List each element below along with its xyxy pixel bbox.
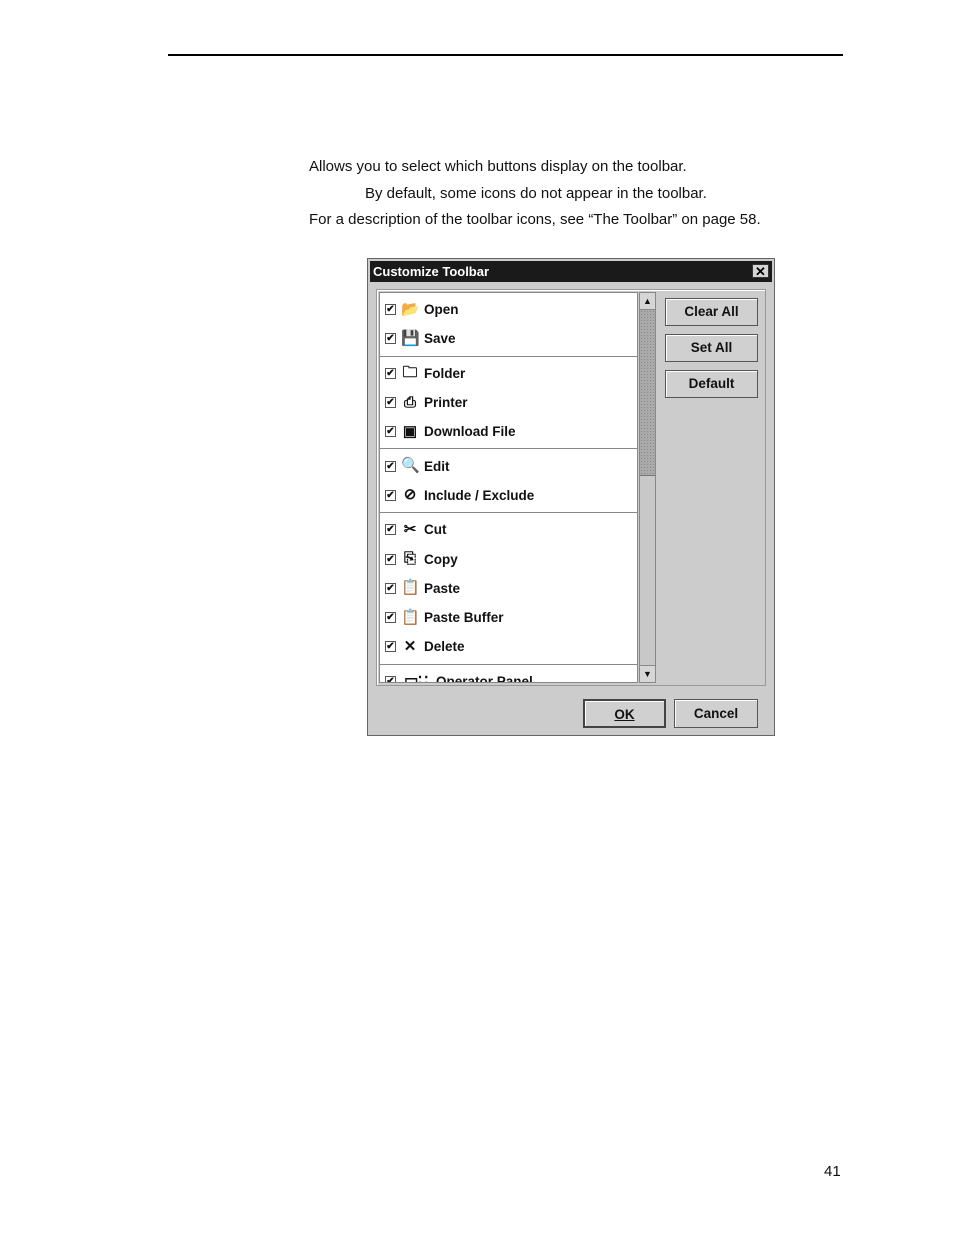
- dialog-title: Customize Toolbar: [373, 264, 490, 279]
- item-checkbox[interactable]: ✔: [385, 612, 396, 624]
- save-disk-icon: 💾: [401, 329, 420, 347]
- scroll-up-button[interactable]: ▲: [640, 293, 655, 310]
- arrow-down-icon: ▼: [643, 669, 652, 679]
- ok-button[interactable]: OK: [583, 699, 666, 728]
- list-item[interactable]: ✔ 💾 Save: [380, 324, 637, 353]
- operator-panel-icon: ▭∷: [404, 672, 428, 683]
- item-group: ✔ 📂 Open ✔ 💾 Save: [380, 293, 637, 357]
- item-label: Edit: [424, 458, 450, 474]
- item-checkbox[interactable]: ✔: [385, 524, 396, 536]
- list-item[interactable]: ✔ ⊘ Include / Exclude: [380, 481, 637, 510]
- item-label: Download File: [424, 424, 516, 440]
- scroll-thumb[interactable]: [640, 310, 655, 476]
- item-checkbox[interactable]: ✔: [385, 489, 396, 501]
- item-checkbox[interactable]: ✔: [385, 397, 396, 409]
- scissors-icon: ✂: [403, 520, 417, 538]
- item-label: Paste: [424, 580, 461, 596]
- item-label: Printer: [424, 395, 468, 411]
- item-checkbox[interactable]: ✔: [385, 426, 396, 438]
- dialog-titlebar: Customize Toolbar ✕: [370, 261, 772, 282]
- list-item[interactable]: ✔ ▣ Download File: [380, 417, 637, 446]
- set-all-button[interactable]: Set All: [665, 334, 758, 362]
- item-label: Paste Buffer: [424, 610, 504, 626]
- header-rule: [168, 54, 843, 56]
- item-label: Delete: [424, 639, 465, 655]
- list-item[interactable]: ✔ 🗀 Folder: [380, 359, 637, 388]
- paste-icon: 📋: [401, 579, 420, 597]
- item-label: Folder: [424, 365, 466, 381]
- close-icon: ✕: [755, 264, 766, 279]
- item-group: ✔ ▭∷ Operator Panel: [380, 665, 637, 683]
- list-item[interactable]: ✔ ✂ Cut: [380, 515, 637, 544]
- default-button[interactable]: Default: [665, 370, 758, 398]
- new-folder-icon: 🗀: [402, 364, 418, 382]
- item-label: Include / Exclude: [424, 487, 535, 503]
- close-button[interactable]: ✕: [752, 264, 769, 279]
- cancel-label: Cancel: [693, 706, 739, 721]
- download-file-icon: ▣: [402, 422, 418, 440]
- list-item[interactable]: ✔ 📋 Paste: [380, 574, 637, 603]
- arrow-up-icon: ▲: [643, 296, 652, 306]
- clear-all-button[interactable]: Clear All: [665, 298, 758, 326]
- item-label: Copy: [424, 551, 458, 567]
- open-folder-icon: 📂: [401, 300, 420, 318]
- item-checkbox[interactable]: ✔: [385, 582, 396, 594]
- prohibit-icon: ⊘: [403, 486, 417, 504]
- description-text: Allows you to select which buttons displ…: [309, 158, 687, 175]
- item-label: Cut: [424, 522, 447, 538]
- customize-toolbar-dialog: Customize Toolbar ✕ ✔ 📂 Open ✔ 💾 Save ✔ 🗀 Folder…: [367, 258, 775, 736]
- item-checkbox[interactable]: ✔: [385, 553, 396, 565]
- paste-buffer-icon: 📋: [401, 608, 420, 626]
- reference-text: For a description of the toolbar icons, …: [309, 211, 761, 228]
- list-scrollbar[interactable]: ▲ ▼: [639, 292, 656, 683]
- list-item[interactable]: ✔ 🔍 Edit: [380, 451, 637, 480]
- item-group: ✔ 🗀 Folder ✔ ⎙ Printer ✔ ▣ Download File: [380, 357, 637, 450]
- new-printer-icon: ⎙: [403, 393, 416, 411]
- list-item[interactable]: ✔ ✕ Delete: [380, 632, 637, 661]
- edit-magnifier-icon: 🔍: [401, 457, 420, 475]
- item-group: ✔ ✂ Cut ✔ ⎘ Copy ✔ 📋 Paste ✔ 📋 Paste Buffer ✔ ✕ Delete: [380, 513, 637, 665]
- item-checkbox[interactable]: ✔: [385, 675, 396, 682]
- item-label: Save: [424, 331, 456, 347]
- page-number: 41: [824, 1163, 841, 1180]
- delete-x-icon: ✕: [403, 637, 417, 655]
- item-checkbox[interactable]: ✔: [385, 367, 396, 379]
- cancel-button[interactable]: Cancel: [674, 699, 758, 728]
- item-label: Open: [424, 302, 459, 318]
- ok-label: OK: [614, 707, 635, 722]
- list-item[interactable]: ✔ ▭∷ Operator Panel: [380, 667, 637, 683]
- item-checkbox[interactable]: ✔: [385, 641, 396, 653]
- item-group: ✔ 🔍 Edit ✔ ⊘ Include / Exclude: [380, 449, 637, 514]
- item-checkbox[interactable]: ✔: [385, 333, 396, 345]
- copy-icon: ⎘: [403, 550, 416, 568]
- list-item[interactable]: ✔ ⎙ Printer: [380, 388, 637, 417]
- list-item[interactable]: ✔ 📂 Open: [380, 295, 637, 324]
- scroll-down-button[interactable]: ▼: [640, 665, 655, 682]
- toolbar-item-list[interactable]: ✔ 📂 Open ✔ 💾 Save ✔ 🗀 Folder ✔ ⎙ Printer ✔ ▣ Download …: [379, 292, 638, 683]
- item-label: Operator Panel: [436, 673, 533, 683]
- item-checkbox[interactable]: ✔: [385, 460, 396, 472]
- item-checkbox[interactable]: ✔: [385, 304, 396, 316]
- list-item[interactable]: ✔ 📋 Paste Buffer: [380, 603, 637, 632]
- note-text: By default, some icons do not appear in …: [365, 185, 707, 202]
- list-item[interactable]: ✔ ⎘ Copy: [380, 544, 637, 573]
